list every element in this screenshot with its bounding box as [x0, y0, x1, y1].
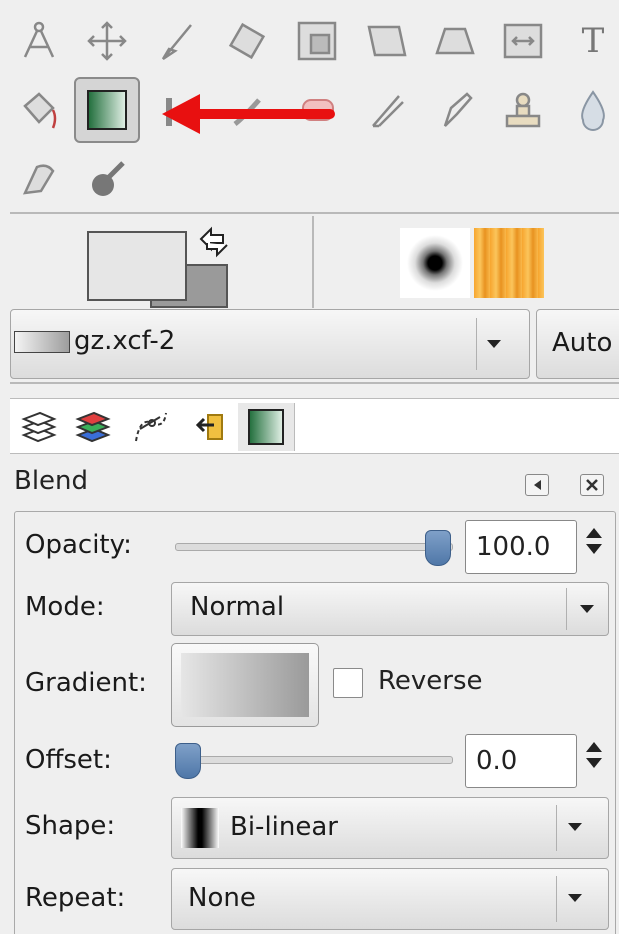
opacity-spin-arrows[interactable] — [586, 528, 604, 554]
bucket-fill-tool-icon[interactable] — [12, 83, 66, 137]
text-tool-icon[interactable]: T — [566, 14, 619, 68]
crop-tool-icon[interactable] — [150, 14, 204, 68]
pattern-preview[interactable] — [474, 228, 544, 298]
panel-title: Blend — [14, 466, 89, 496]
opacity-spin-field[interactable]: 100.0 — [465, 520, 577, 574]
offset-slider-handle[interactable] — [175, 743, 201, 779]
airbrush-tool-icon[interactable] — [360, 83, 414, 137]
paths-tab-icon[interactable] — [122, 403, 178, 451]
auto-button-label: Auto — [552, 328, 613, 358]
flip-tool-icon[interactable] — [496, 14, 550, 68]
gradient-mini-preview — [14, 331, 70, 353]
gradient-preview-button[interactable] — [171, 643, 319, 727]
selector-separator — [10, 382, 619, 384]
close-icon — [586, 479, 598, 491]
gradient-combo-divider — [476, 318, 477, 370]
swap-colors-icon[interactable] — [197, 225, 231, 259]
panel-menu-button[interactable] — [525, 474, 549, 496]
shape-label: Shape: — [25, 811, 116, 841]
offset-spin-arrows[interactable] — [586, 742, 604, 768]
chevron-down-icon[interactable] — [487, 340, 501, 348]
color-brush-divider — [312, 216, 314, 308]
gradient-combo-value: gz.xcf-2 — [74, 326, 176, 356]
brush-preview[interactable] — [400, 228, 470, 298]
text-tool-label: T — [581, 21, 605, 61]
mode-dropdown-divider — [566, 588, 567, 630]
shear-tool-icon[interactable] — [360, 14, 414, 68]
repeat-dropdown-divider — [556, 876, 557, 922]
repeat-label: Repeat: — [25, 883, 126, 913]
repeat-dropdown-value: None — [188, 883, 256, 913]
annotation-arrow — [162, 94, 335, 134]
opacity-slider-track[interactable] — [175, 543, 453, 551]
clone-tool-icon[interactable] — [496, 83, 550, 137]
offset-slider-track[interactable] — [175, 756, 453, 764]
toolbox-separator — [10, 212, 619, 214]
paths-tool-icon[interactable] — [12, 14, 66, 68]
reverse-checkbox[interactable] — [333, 668, 363, 698]
tool-options-tab-icon[interactable] — [238, 403, 295, 451]
gradient-label: Gradient: — [25, 668, 147, 698]
chevron-down-icon[interactable] — [568, 894, 582, 902]
chevron-down-icon[interactable] — [580, 605, 594, 613]
dodge-burn-tool-icon[interactable] — [80, 152, 134, 206]
rotate-tool-icon[interactable] — [220, 14, 274, 68]
scale-tool-icon[interactable] — [290, 14, 344, 68]
smudge-tool-icon[interactable] — [12, 152, 66, 206]
chevron-left-icon — [533, 480, 541, 490]
offset-label: Offset: — [25, 745, 112, 775]
undo-history-tab-icon[interactable] — [180, 403, 236, 451]
bilinear-shape-icon — [181, 808, 219, 848]
mode-label: Mode: — [25, 592, 105, 622]
ink-tool-icon[interactable] — [428, 83, 482, 137]
blend-tool-icon[interactable] — [74, 77, 140, 143]
foreground-color-swatch[interactable] — [87, 231, 187, 301]
channels-tab-icon[interactable] — [64, 403, 120, 451]
move-tool-icon[interactable] — [80, 14, 134, 68]
shape-dropdown-value: Bi-linear — [230, 812, 338, 842]
mode-dropdown-value: Normal — [190, 592, 285, 622]
reverse-label: Reverse — [378, 666, 483, 696]
opacity-slider-handle[interactable] — [425, 530, 451, 566]
gradient-preview — [181, 653, 309, 717]
panel-close-button[interactable] — [580, 474, 604, 496]
chevron-down-icon[interactable] — [568, 823, 582, 831]
layers-tab-icon[interactable] — [10, 403, 66, 451]
blur-sharpen-tool-icon[interactable] — [566, 83, 619, 137]
offset-spin-field[interactable]: 0.0 — [465, 734, 577, 788]
opacity-label: Opacity: — [25, 530, 132, 560]
perspective-tool-icon[interactable] — [428, 14, 482, 68]
toolbox: T — [0, 0, 619, 212]
shape-dropdown-divider — [556, 805, 557, 851]
